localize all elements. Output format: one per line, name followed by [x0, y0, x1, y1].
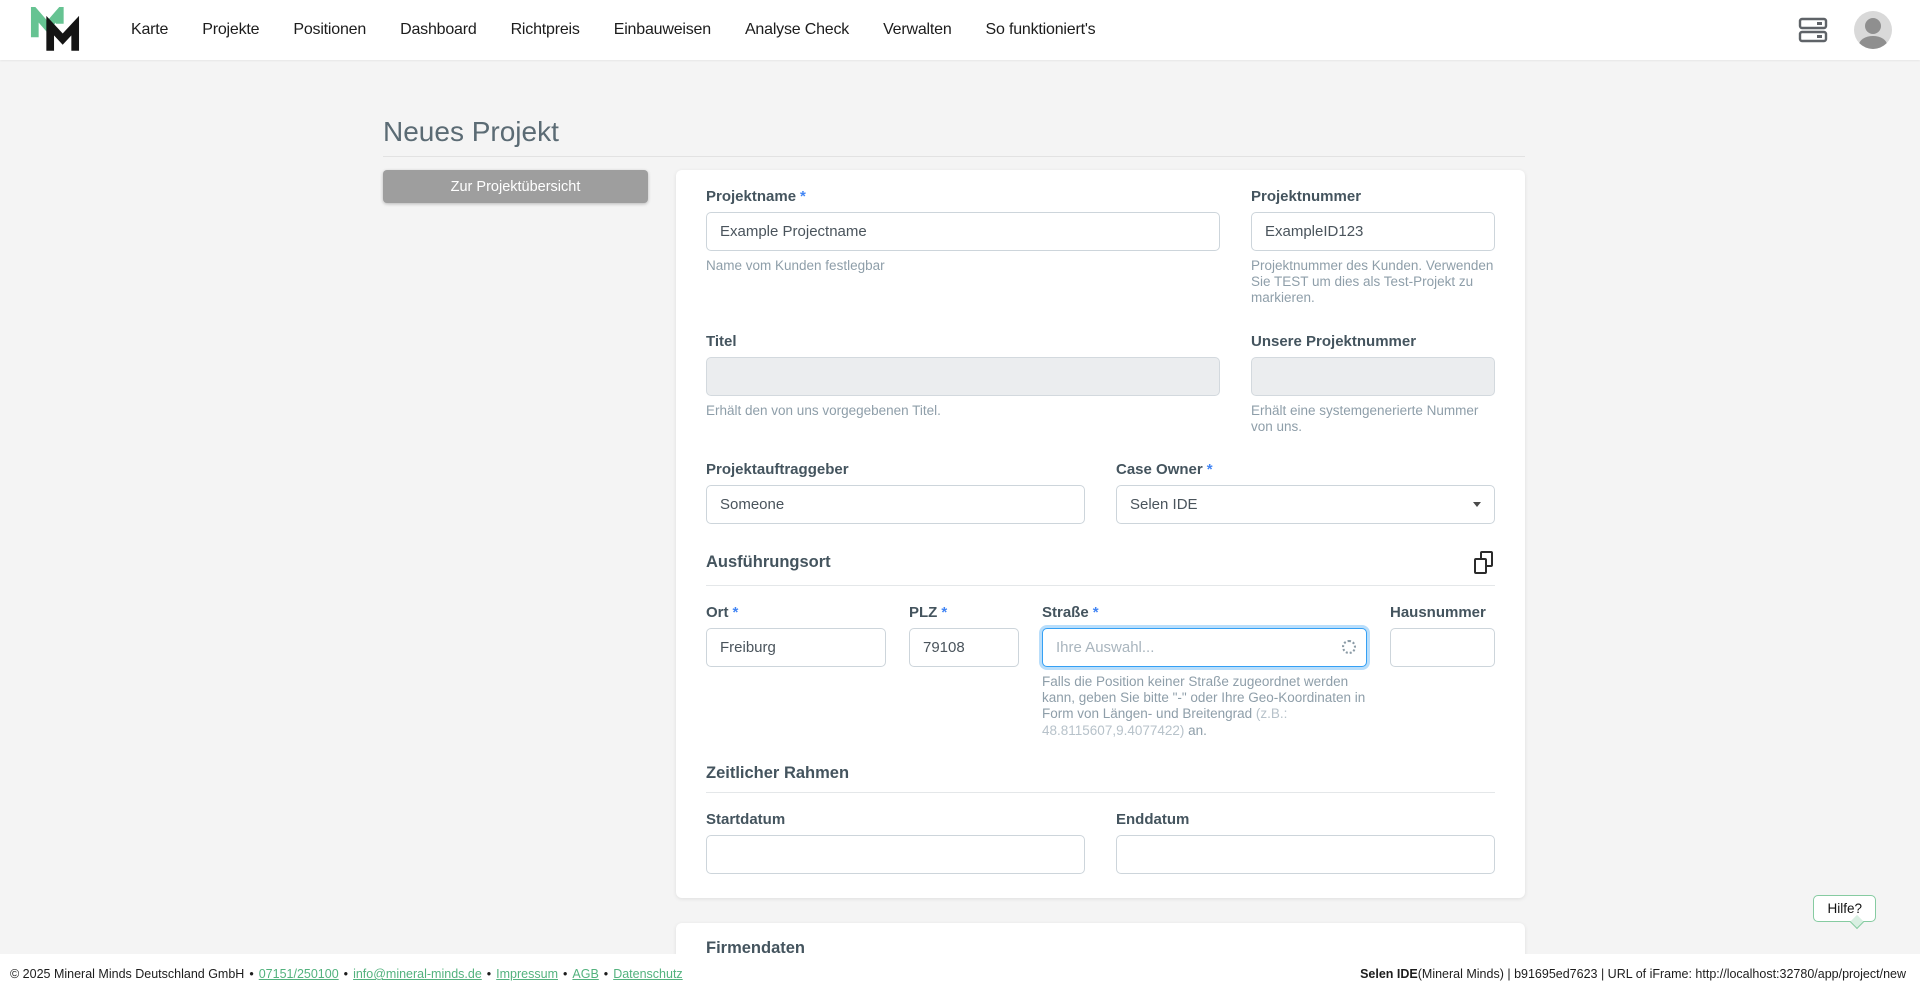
nav-item-so-funktionierts[interactable]: So funktioniert's [969, 21, 1113, 39]
main-content: Neues Projekt Zur Projektübersicht Proje… [383, 60, 1525, 994]
hausnummer-input[interactable] [1390, 628, 1495, 667]
ort-input[interactable] [706, 628, 886, 667]
page-title: Neues Projekt [383, 117, 1525, 147]
top-navbar: Karte Projekte Positionen Dashboard Rich… [0, 0, 1920, 60]
ort-label: Ort* [706, 604, 886, 621]
section-title-zeitlicher-rahmen: Zeitlicher Rahmen [706, 764, 849, 783]
enddatum-input[interactable] [1116, 835, 1495, 874]
startdatum-label: Startdatum [706, 811, 1085, 828]
strasse-helper: Falls die Position keiner Straße zugeord… [1042, 674, 1367, 739]
footer-link-datenschutz[interactable]: Datenschutz [613, 967, 682, 981]
back-to-project-overview-button[interactable]: Zur Projektübersicht [383, 170, 648, 203]
loading-spinner-icon [1342, 640, 1356, 654]
nav-item-richtpreis[interactable]: Richtpreis [494, 21, 597, 39]
projektnummer-input[interactable] [1251, 212, 1495, 251]
field-plz: PLZ* [909, 604, 1019, 739]
nav-item-projekte[interactable]: Projekte [185, 21, 276, 39]
enddatum-label: Enddatum [1116, 811, 1495, 828]
projektauftraggeber-input[interactable] [706, 485, 1085, 524]
required-asterisk: * [1093, 604, 1099, 621]
field-enddatum: Enddatum [1116, 811, 1495, 874]
projektnummer-label: Projektnummer [1251, 188, 1495, 205]
projektname-label: Projektname* [706, 188, 1220, 205]
plz-label: PLZ* [909, 604, 1019, 621]
section-title-ausfuehrungsort: Ausführungsort [706, 553, 831, 572]
nav-item-einbauweisen[interactable]: Einbauweisen [597, 21, 728, 39]
footer: © 2025 Mineral Minds Deutschland GmbH • … [0, 954, 1920, 994]
mineral-minds-logo-icon[interactable] [30, 7, 80, 54]
avatar-head-icon [1865, 18, 1881, 34]
footer-link-email[interactable]: info@mineral-minds.de [353, 967, 482, 981]
hausnummer-label: Hausnummer [1390, 604, 1495, 621]
field-strasse: Straße* Falls die Position keiner Straße… [1042, 604, 1367, 739]
footer-session-user: Selen IDE [1360, 967, 1418, 981]
field-projektnummer: Projektnummer Projektnummer des Kunden. … [1251, 188, 1495, 307]
projektauftraggeber-label: Projektauftraggeber [706, 461, 1085, 478]
required-asterisk: * [1207, 461, 1213, 478]
strasse-input[interactable] [1042, 628, 1367, 667]
nav-item-positionen[interactable]: Positionen [276, 21, 383, 39]
footer-link-agb[interactable]: AGB [572, 967, 598, 981]
title-divider [383, 156, 1525, 157]
projektname-input[interactable] [706, 212, 1220, 251]
titel-input [706, 357, 1220, 396]
field-ort: Ort* [706, 604, 886, 739]
copy-location-button[interactable] [1472, 549, 1495, 576]
section-divider [706, 792, 1495, 793]
field-projektauftraggeber: Projektauftraggeber [706, 461, 1085, 524]
plz-input[interactable] [909, 628, 1019, 667]
case-owner-label: Case Owner* [1116, 461, 1495, 478]
field-titel: Titel Erhält den von uns vorgegebenen Ti… [706, 333, 1220, 435]
required-asterisk: * [941, 604, 947, 621]
footer-copyright: © 2025 Mineral Minds Deutschland GmbH [10, 967, 244, 981]
projektnummer-helper: Projektnummer des Kunden. Verwenden Sie … [1251, 258, 1495, 307]
avatar-body-icon [1859, 36, 1887, 49]
copy-icon [1474, 551, 1493, 574]
nav-item-dashboard[interactable]: Dashboard [383, 21, 493, 39]
section-divider [706, 585, 1495, 586]
field-case-owner: Case Owner* Selen IDE [1116, 461, 1495, 524]
footer-link-phone[interactable]: 07151/250100 [259, 967, 339, 981]
titel-label: Titel [706, 333, 1220, 350]
nav-item-analyse-check[interactable]: Analyse Check [728, 21, 866, 39]
footer-session-info: (Mineral Minds) | b91695ed7623 | URL of … [1418, 967, 1906, 981]
chevron-down-icon [1473, 502, 1481, 507]
server-status-icon[interactable] [1798, 17, 1828, 43]
startdatum-input[interactable] [706, 835, 1085, 874]
titel-helper: Erhält den von uns vorgegebenen Titel. [706, 403, 1220, 419]
footer-link-impressum[interactable]: Impressum [496, 967, 558, 981]
nav-item-verwalten[interactable]: Verwalten [866, 21, 968, 39]
new-project-card: Projektname* Name vom Kunden festlegbar … [676, 170, 1525, 898]
required-asterisk: * [733, 604, 739, 621]
unsere-projektnummer-helper: Erhält eine systemgenerierte Nummer von … [1251, 403, 1495, 435]
strasse-label: Straße* [1042, 604, 1367, 621]
field-unsere-projektnummer: Unsere Projektnummer Erhält eine systemg… [1251, 333, 1495, 435]
field-hausnummer: Hausnummer [1390, 604, 1495, 739]
help-button[interactable]: Hilfe? [1813, 895, 1876, 922]
field-projektname: Projektname* Name vom Kunden festlegbar [706, 188, 1220, 307]
field-startdatum: Startdatum [706, 811, 1085, 874]
case-owner-value: Selen IDE [1130, 496, 1198, 513]
case-owner-select[interactable]: Selen IDE [1116, 485, 1495, 524]
unsere-projektnummer-input [1251, 357, 1495, 396]
projektname-helper: Name vom Kunden festlegbar [706, 258, 1220, 274]
unsere-projektnummer-label: Unsere Projektnummer [1251, 333, 1495, 350]
required-asterisk: * [800, 188, 806, 205]
nav-item-karte[interactable]: Karte [114, 21, 185, 39]
user-avatar[interactable] [1854, 11, 1892, 49]
